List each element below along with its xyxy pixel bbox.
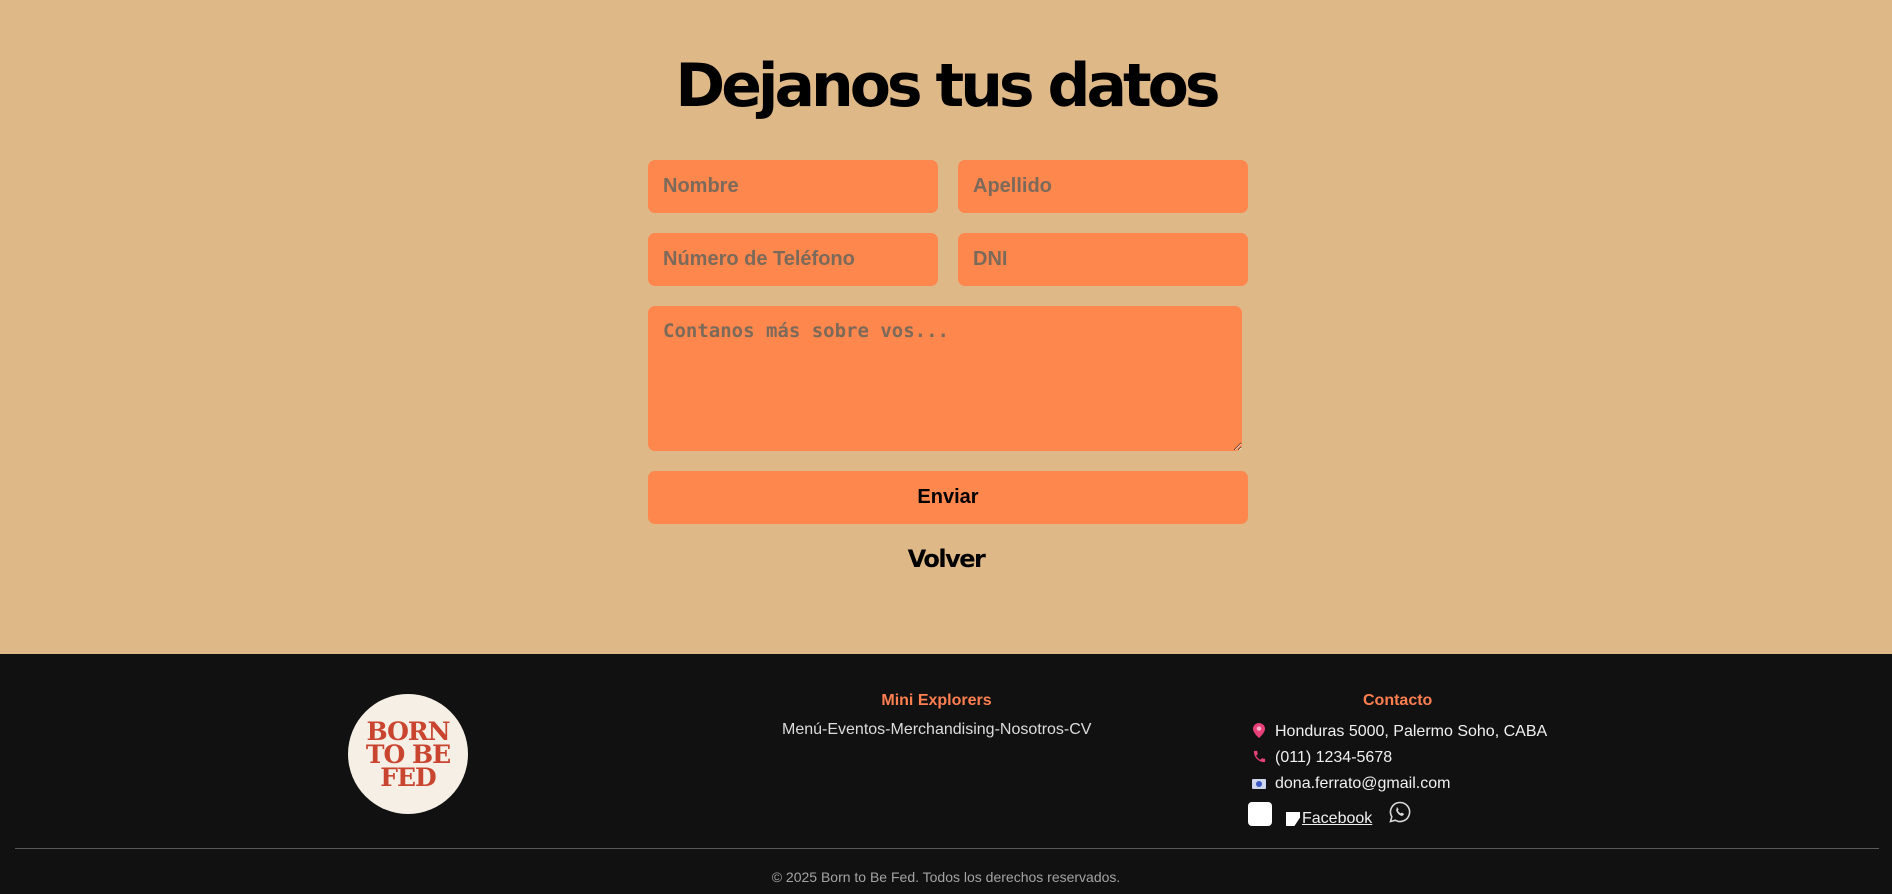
nav-link-nosotros[interactable]: Nosotros: [1000, 721, 1064, 738]
contact-phone: (011) 1234-5678: [1250, 749, 1392, 767]
phone-input[interactable]: [648, 233, 938, 286]
footer: BORN TO BE FED Mini Explorers Menú-Event…: [0, 654, 1892, 894]
contact-email: dona.ferrato@gmail.com: [1250, 775, 1450, 793]
phone-icon: [1250, 749, 1268, 767]
main-section: Dejanos tus datos Enviar Volver: [0, 0, 1892, 654]
logo-lettering: BORN TO BE FED: [366, 719, 451, 792]
contact-title: Contacto: [1363, 692, 1433, 709]
message-textarea[interactable]: [648, 306, 1242, 451]
email-icon: [1252, 778, 1266, 789]
first-name-input[interactable]: [648, 160, 938, 213]
email-icon-wrap: [1250, 777, 1268, 792]
nav-link-menu[interactable]: Menú: [782, 721, 822, 738]
footer-divider: [15, 848, 1879, 849]
whatsapp-icon[interactable]: [1388, 800, 1412, 829]
dni-input[interactable]: [958, 233, 1248, 286]
logo-line-3: FED: [380, 762, 436, 792]
facebook-link[interactable]: Facebook: [1286, 810, 1372, 828]
brand-logo: BORN TO BE FED: [348, 694, 468, 814]
nav-link-merchandising[interactable]: Merchandising: [891, 721, 995, 738]
instagram-icon[interactable]: [1248, 802, 1272, 826]
facebook-icon: [1286, 812, 1300, 826]
submit-button[interactable]: Enviar: [648, 471, 1248, 524]
contact-address: Honduras 5000, Palermo Soho, CABA: [1250, 723, 1547, 741]
facebook-label: Facebook: [1302, 810, 1373, 827]
back-link[interactable]: Volver: [0, 544, 1892, 574]
nav-link-eventos[interactable]: Eventos: [827, 721, 885, 738]
email-text: dona.ferrato@gmail.com: [1275, 775, 1451, 792]
nav-link-cv[interactable]: CV: [1069, 721, 1091, 738]
brand-title: Mini Explorers: [881, 692, 992, 709]
last-name-input[interactable]: [958, 160, 1248, 213]
address-text: Honduras 5000, Palermo Soho, CABA: [1275, 723, 1548, 740]
phone-text: (011) 1234-5678: [1275, 749, 1393, 766]
pin-icon: [1250, 723, 1268, 741]
page-title: Dejanos tus datos: [675, 51, 1220, 121]
footer-nav: Menú-Eventos-Merchandising-Nosotros-CV: [782, 721, 1091, 739]
copyright-text: © 2025 Born to Be Fed. Todos los derecho…: [771, 869, 1121, 885]
